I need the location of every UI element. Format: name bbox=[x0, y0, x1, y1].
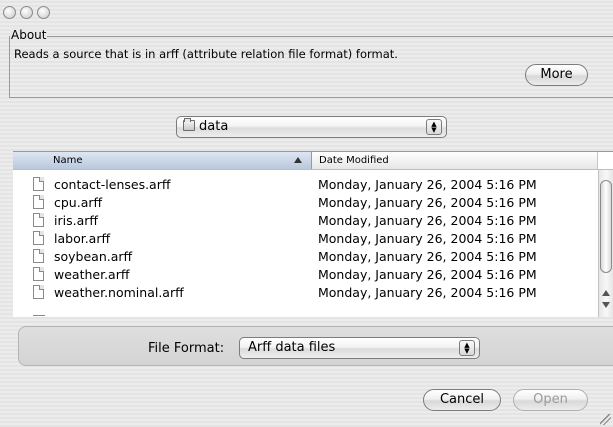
file-row[interactable]: labor.arff Monday, January 26, 2004 5:16… bbox=[13, 230, 598, 248]
file-name: labor.arff bbox=[54, 231, 111, 246]
file-name: weather.nominal.arff bbox=[54, 285, 184, 300]
scroll-down-icon[interactable] bbox=[602, 302, 610, 308]
file-name: contact-lenses.arff bbox=[54, 177, 171, 192]
file-row[interactable]: soybean.arff Monday, January 26, 2004 5:… bbox=[13, 248, 598, 266]
open-button[interactable]: Open bbox=[513, 389, 588, 411]
file-date: Monday, January 26, 2004 5:16 PM bbox=[318, 267, 537, 282]
document-icon bbox=[33, 177, 44, 191]
file-date: Monday, January 26, 2004 5:16 PM bbox=[318, 249, 537, 264]
file-name: iris.arff bbox=[54, 213, 98, 228]
close-icon[interactable] bbox=[3, 6, 16, 19]
file-name: cpu.arff bbox=[54, 195, 103, 210]
partial-row bbox=[33, 315, 45, 317]
folder-icon bbox=[183, 118, 195, 131]
file-date: Monday, January 26, 2004 5:16 PM bbox=[318, 231, 537, 246]
location-value: data bbox=[199, 119, 229, 134]
file-date: Monday, January 26, 2004 5:16 PM bbox=[318, 285, 537, 300]
document-icon bbox=[33, 285, 44, 299]
about-legend: About bbox=[10, 28, 48, 42]
file-date: Monday, January 26, 2004 5:16 PM bbox=[318, 195, 537, 210]
column-header-date[interactable]: Date Modified bbox=[312, 152, 598, 169]
location-popup[interactable]: data ▲ ▼ bbox=[176, 116, 447, 138]
popup-arrows-icon: ▲ ▼ bbox=[459, 340, 475, 356]
file-name: weather.arff bbox=[54, 267, 130, 282]
popup-arrows-icon: ▲ ▼ bbox=[426, 119, 442, 135]
scroll-up-icon[interactable] bbox=[602, 290, 610, 296]
file-row[interactable]: weather.arff Monday, January 26, 2004 5:… bbox=[13, 266, 598, 284]
file-format-value: Arff data files bbox=[248, 340, 336, 355]
scrollbar-thumb[interactable] bbox=[600, 180, 612, 273]
resize-grip-icon[interactable] bbox=[600, 414, 611, 425]
document-icon bbox=[33, 249, 44, 263]
file-row[interactable]: contact-lenses.arff Monday, January 26, … bbox=[13, 176, 598, 194]
file-row[interactable]: weather.nominal.arff Monday, January 26,… bbox=[13, 284, 598, 302]
document-icon bbox=[33, 231, 44, 245]
cancel-button[interactable]: Cancel bbox=[423, 389, 501, 411]
file-date: Monday, January 26, 2004 5:16 PM bbox=[318, 177, 537, 192]
file-list-header: Name Date Modified bbox=[13, 152, 613, 170]
document-icon bbox=[33, 267, 44, 281]
minimize-icon[interactable] bbox=[20, 6, 33, 19]
about-panel bbox=[9, 36, 613, 98]
title-bar bbox=[0, 0, 613, 28]
about-description: Reads a source that is in arff (attribut… bbox=[14, 47, 398, 61]
zoom-icon[interactable] bbox=[37, 6, 50, 19]
file-list: Name Date Modified contact-lenses.arff M… bbox=[13, 151, 613, 317]
file-row[interactable]: iris.arff Monday, January 26, 2004 5:16 … bbox=[13, 212, 598, 230]
more-button[interactable]: More bbox=[525, 64, 588, 86]
file-row[interactable]: cpu.arff Monday, January 26, 2004 5:16 P… bbox=[13, 194, 598, 212]
file-format-label: File Format: bbox=[148, 341, 225, 356]
file-name: soybean.arff bbox=[54, 249, 133, 264]
open-file-dialog: About Reads a source that is in arff (at… bbox=[0, 0, 613, 427]
vertical-scrollbar[interactable] bbox=[598, 170, 613, 317]
column-header-name[interactable]: Name bbox=[13, 152, 312, 169]
sort-ascending-icon bbox=[294, 157, 302, 163]
document-icon bbox=[33, 213, 44, 227]
file-format-popup[interactable]: Arff data files ▲ ▼ bbox=[239, 337, 480, 359]
file-date: Monday, January 26, 2004 5:16 PM bbox=[318, 213, 537, 228]
document-icon bbox=[33, 195, 44, 209]
